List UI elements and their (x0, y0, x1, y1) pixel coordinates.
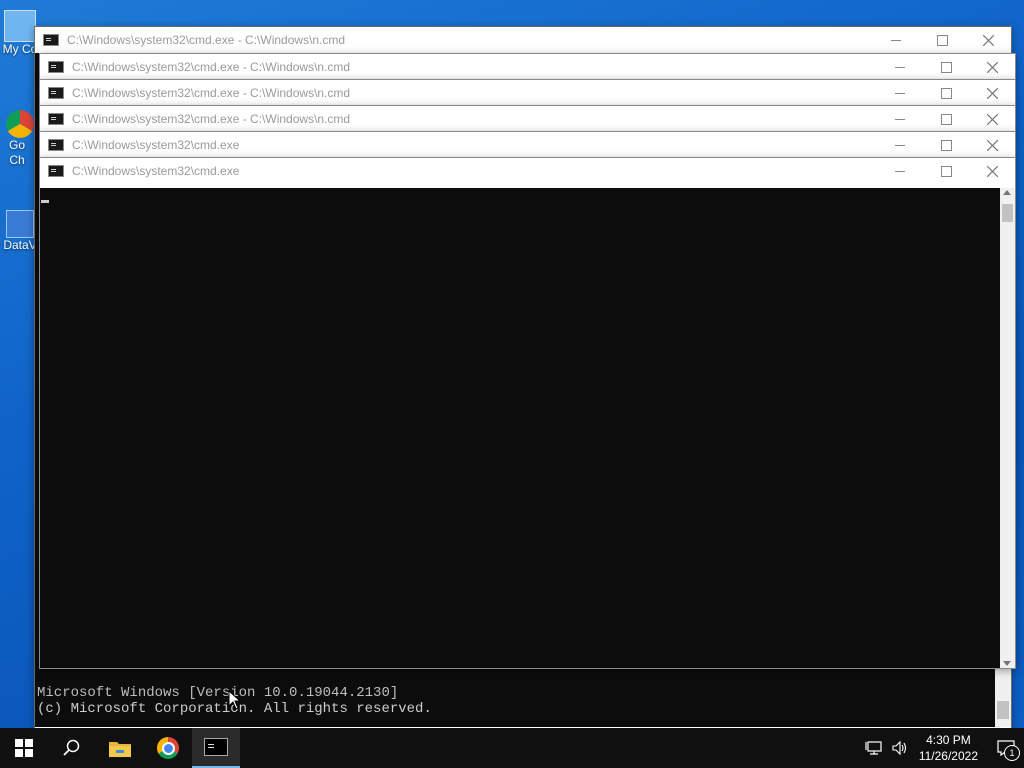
clock-date: 11/26/2022 (918, 749, 978, 763)
maximize-button[interactable] (923, 54, 969, 80)
chrome-icon (6, 110, 34, 138)
cmd-window-4[interactable]: C:\Windows\system32\cmd.exe - C:\Windows… (39, 105, 1016, 132)
scroll-down-arrow[interactable] (1003, 661, 1011, 666)
cmd-icon (48, 139, 64, 151)
close-button[interactable] (969, 106, 1015, 132)
scroll-up-arrow[interactable] (1003, 190, 1011, 195)
minimize-button[interactable] (877, 132, 923, 158)
taskbar: 4:30 PM 11/26/2022 1 (0, 728, 1024, 768)
notification-button[interactable]: 1 (988, 728, 1024, 768)
cmd-icon (48, 87, 64, 99)
windows-start-icon (15, 739, 33, 757)
desktop-icon-label: Go Ch (8, 138, 25, 167)
window-title: C:\Windows\system32\cmd.exe - C:\Windows… (72, 86, 351, 100)
window-title: C:\Windows\system32\cmd.exe - C:\Windows… (67, 33, 346, 47)
close-icon (986, 87, 998, 99)
datav-icon (6, 210, 34, 238)
window-title: C:\Windows\system32\cmd.exe (72, 138, 240, 152)
cmd-icon (204, 738, 228, 756)
cmd-icon (48, 113, 64, 125)
maximize-button[interactable] (923, 158, 969, 184)
text-cursor (41, 200, 49, 203)
titlebar[interactable]: C:\Windows\system32\cmd.exe (40, 158, 1015, 184)
close-icon (986, 139, 998, 151)
close-button[interactable] (969, 80, 1015, 106)
minimize-button[interactable] (877, 80, 923, 106)
close-icon (986, 165, 998, 177)
cmd-taskbar-button[interactable] (192, 728, 240, 768)
vertical-scrollbar[interactable] (1000, 188, 1015, 668)
cmd-window-3[interactable]: C:\Windows\system32\cmd.exe - C:\Windows… (39, 79, 1016, 106)
search-icon (63, 739, 80, 756)
console-output[interactable] (40, 188, 1000, 668)
cmd-icon (48, 165, 64, 177)
minimize-button[interactable] (877, 54, 923, 80)
network-icon[interactable] (865, 740, 883, 756)
start-button[interactable] (0, 728, 48, 768)
clock-time: 4:30 PM (926, 733, 971, 747)
minimize-button[interactable] (873, 27, 919, 53)
cmd-window-5[interactable]: C:\Windows\system32\cmd.exe (39, 131, 1016, 158)
titlebar[interactable]: C:\Windows\system32\cmd.exe - C:\Windows… (40, 54, 1015, 80)
close-icon (982, 34, 994, 46)
scrollbar-thumb[interactable] (1002, 204, 1013, 222)
computer-icon (4, 10, 36, 42)
clock[interactable]: 4:30 PM 11/26/2022 (919, 732, 978, 764)
system-tray: 4:30 PM 11/26/2022 1 (865, 728, 1024, 768)
file-explorer-icon (109, 742, 131, 757)
close-button[interactable] (969, 158, 1015, 184)
close-button[interactable] (969, 132, 1015, 158)
scrollbar-thumb[interactable] (997, 701, 1009, 719)
close-icon (986, 61, 998, 73)
minimize-button[interactable] (877, 158, 923, 184)
cmd-window-2[interactable]: C:\Windows\system32\cmd.exe - C:\Windows… (39, 53, 1016, 80)
titlebar[interactable]: C:\Windows\system32\cmd.exe - C:\Windows… (40, 106, 1015, 132)
notification-count-badge: 1 (1004, 745, 1020, 761)
cmd-icon (43, 34, 59, 46)
close-button[interactable] (969, 54, 1015, 80)
mouse-pointer-icon (228, 690, 242, 710)
close-icon (986, 113, 998, 125)
cmd-icon (48, 61, 64, 73)
maximize-button[interactable] (923, 132, 969, 158)
chrome-button[interactable] (144, 728, 192, 768)
search-button[interactable] (48, 728, 96, 768)
titlebar[interactable]: C:\Windows\system32\cmd.exe (40, 132, 1015, 158)
cmd-window-front[interactable]: C:\Windows\system32\cmd.exe (39, 157, 1016, 669)
volume-icon[interactable] (891, 740, 909, 756)
file-explorer-button[interactable] (96, 728, 144, 768)
titlebar[interactable]: C:\Windows\system32\cmd.exe - C:\Windows… (35, 27, 1011, 53)
maximize-button[interactable] (919, 27, 965, 53)
minimize-button[interactable] (877, 106, 923, 132)
chrome-icon (157, 737, 179, 759)
window-title: C:\Windows\system32\cmd.exe (72, 164, 240, 178)
close-button[interactable] (965, 27, 1011, 53)
maximize-button[interactable] (923, 106, 969, 132)
console-line: Microsoft Windows [Version 10.0.19044.21… (37, 685, 399, 701)
window-title: C:\Windows\system32\cmd.exe - C:\Windows… (72, 60, 351, 74)
window-title: C:\Windows\system32\cmd.exe - C:\Windows… (72, 112, 351, 126)
maximize-button[interactable] (923, 80, 969, 106)
titlebar[interactable]: C:\Windows\system32\cmd.exe - C:\Windows… (40, 80, 1015, 106)
